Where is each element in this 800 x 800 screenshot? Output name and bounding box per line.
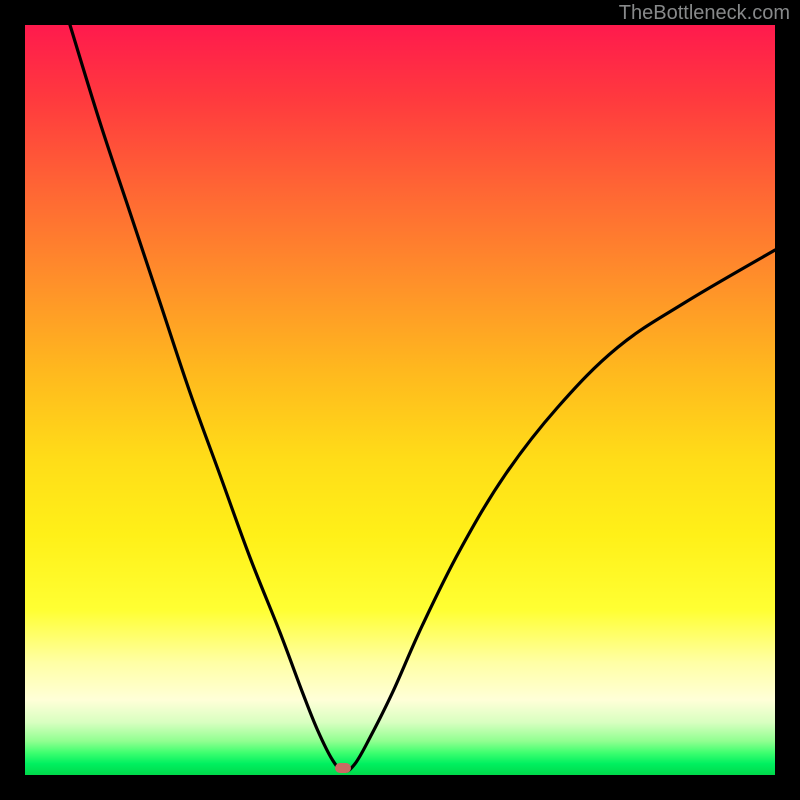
minimum-marker-icon xyxy=(335,763,351,773)
bottleneck-curve xyxy=(25,25,775,775)
plot-area xyxy=(25,25,775,775)
chart-frame: TheBottleneck.com xyxy=(0,0,800,800)
watermark-label: TheBottleneck.com xyxy=(619,2,790,25)
